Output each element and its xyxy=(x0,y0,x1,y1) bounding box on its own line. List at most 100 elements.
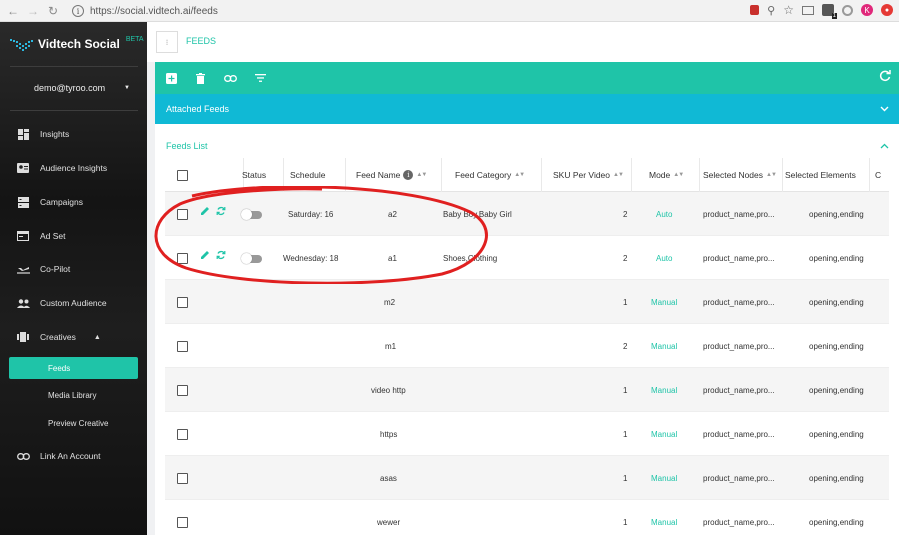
sidebar-item-creatives[interactable]: Creatives ▲ xyxy=(0,324,147,350)
column-separator xyxy=(345,158,346,192)
header-feed-category[interactable]: Feed Category ▲▼ xyxy=(455,170,525,180)
filter-icon xyxy=(254,74,266,82)
toggle-knob xyxy=(241,253,252,264)
back-arrow-icon[interactable]: ← xyxy=(4,2,22,20)
row-checkbox[interactable] xyxy=(177,297,188,308)
link-icon xyxy=(223,74,237,82)
sort-icon[interactable]: ▲▼ xyxy=(514,172,525,178)
attach-feed-button[interactable] xyxy=(223,71,237,85)
edit-pencil-icon[interactable] xyxy=(200,250,210,262)
row-checkbox[interactable] xyxy=(177,429,188,440)
sku-cell: 1 xyxy=(623,517,628,527)
header-label: Feed Category xyxy=(455,170,512,180)
opera-icon[interactable]: ● xyxy=(881,4,893,16)
table-row[interactable]: video http 1 Manual product_name,pro... … xyxy=(165,368,889,412)
sort-icon[interactable]: ▲▼ xyxy=(673,172,684,178)
table-row[interactable]: https 1 Manual product_name,pro... openi… xyxy=(165,412,889,456)
mode-cell[interactable]: Manual xyxy=(651,324,677,368)
filter-feeds-button[interactable] xyxy=(253,71,267,85)
mode-cell[interactable]: Manual xyxy=(651,280,677,324)
extension-circle-icon[interactable] xyxy=(842,4,853,16)
info-icon[interactable]: i xyxy=(403,170,414,180)
status-toggle[interactable] xyxy=(241,209,262,220)
selected-elements-cell: opening,ending xyxy=(809,341,864,351)
campaigns-icon xyxy=(16,196,30,208)
header-status[interactable]: Status xyxy=(242,170,266,180)
select-all-checkbox[interactable] xyxy=(177,170,188,181)
sync-icon[interactable] xyxy=(216,250,226,262)
row-checkbox[interactable] xyxy=(177,253,188,264)
row-checkbox[interactable] xyxy=(177,341,188,352)
delete-feed-button[interactable] xyxy=(193,71,207,85)
row-checkbox[interactable] xyxy=(177,209,188,220)
sync-icon[interactable] xyxy=(216,206,226,218)
header-sku-per-video[interactable]: SKU Per Video ▲▼ xyxy=(553,170,624,180)
sidebar-toggle-button[interactable]: ⁝ xyxy=(156,31,178,53)
table-row[interactable]: Wednesday: 18 a1 Shoes,Clothing 2 Auto p… xyxy=(165,236,889,280)
address-bar[interactable]: i https://social.vidtech.ai/feeds xyxy=(72,3,218,19)
app-logo[interactable]: Vidtech Social BETA xyxy=(10,36,144,51)
mode-cell[interactable]: Manual xyxy=(651,412,677,456)
sidebar-item-insights[interactable]: Insights xyxy=(0,121,147,147)
sidebar-item-label: Insights xyxy=(40,129,70,139)
sidebar-subitem-feeds[interactable]: Feeds xyxy=(9,357,138,379)
header-selected-elements[interactable]: Selected Elements xyxy=(785,170,856,180)
sidebar-item-campaigns[interactable]: Campaigns xyxy=(0,189,147,215)
mode-cell[interactable]: Auto xyxy=(656,192,672,236)
reload-icon[interactable]: ↻ xyxy=(44,2,62,20)
header-feed-name[interactable]: Feed Name i ▲▼ xyxy=(356,170,427,180)
selected-nodes-cell: product_name,pro... xyxy=(703,253,775,263)
mode-cell[interactable]: Manual xyxy=(651,368,677,412)
status-toggle[interactable] xyxy=(241,253,262,264)
site-info-icon[interactable]: i xyxy=(72,5,84,17)
zoom-icon[interactable]: ⚲ xyxy=(767,4,775,17)
header-selected-nodes[interactable]: Selected Nodes ▲▼ xyxy=(703,170,777,180)
attached-feeds-section[interactable]: Attached Feeds xyxy=(155,94,899,124)
extension-badge-icon[interactable]: 1 xyxy=(822,4,837,19)
table-row[interactable]: m1 2 Manual product_name,pro... opening,… xyxy=(165,324,889,368)
column-separator xyxy=(283,158,284,192)
table-row[interactable]: m2 1 Manual product_name,pro... opening,… xyxy=(165,280,889,324)
row-checkbox[interactable] xyxy=(177,473,188,484)
sidebar: Vidtech Social BETA demo@tyroo.com ▼ Ins… xyxy=(0,22,147,535)
sidebar-subitem-media-library[interactable]: Media Library xyxy=(48,391,96,400)
sku-cell: 2 xyxy=(623,341,628,351)
table-row[interactable]: wewer 1 Manual product_name,pro... openi… xyxy=(165,500,889,535)
mode-cell[interactable]: Manual xyxy=(651,500,677,535)
table-row[interactable]: Saturday: 16 a2 Baby Boy,Baby Girl 2 Aut… xyxy=(165,192,889,236)
profile-avatar[interactable]: K xyxy=(861,4,873,16)
sidebar-item-link-account[interactable]: Link An Account xyxy=(0,443,147,469)
sidebar-item-audience-insights[interactable]: Audience Insights xyxy=(0,155,147,181)
header-label: Feed Name xyxy=(356,170,401,180)
refresh-button[interactable] xyxy=(879,70,891,84)
header-c[interactable]: C xyxy=(875,170,881,180)
user-menu[interactable]: demo@tyroo.com ▼ xyxy=(34,83,130,93)
header-schedule[interactable]: Schedule xyxy=(290,170,325,180)
sort-icon[interactable]: ▲▼ xyxy=(416,172,427,178)
header-mode[interactable]: Mode ▲▼ xyxy=(649,170,684,180)
table-row[interactable]: asas 1 Manual product_name,pro... openin… xyxy=(165,456,889,500)
mode-cell[interactable]: Manual xyxy=(651,456,677,500)
row-checkbox[interactable] xyxy=(177,517,188,528)
edit-pencil-icon[interactable] xyxy=(200,206,210,218)
feed-name-cell: https xyxy=(380,429,398,439)
mail-extension-icon[interactable] xyxy=(802,5,814,15)
schedule-cell: Saturday: 16 xyxy=(288,209,334,219)
sidebar-item-label: Link An Account xyxy=(40,451,101,461)
sidebar-subitem-preview-creative[interactable]: Preview Creative xyxy=(48,419,108,428)
sidebar-item-ad-set[interactable]: Ad Set xyxy=(0,223,147,249)
chevron-up-icon[interactable] xyxy=(880,141,889,151)
forward-arrow-icon[interactable]: → xyxy=(24,2,42,20)
sort-icon[interactable]: ▲▼ xyxy=(766,172,777,178)
bookmark-star-icon[interactable]: ☆ xyxy=(783,3,794,17)
sidebar-item-co-pilot[interactable]: Co-Pilot xyxy=(0,256,147,282)
schedule-cell: Wednesday: 18 xyxy=(283,253,339,263)
feeds-list-title: Feeds List xyxy=(166,141,208,151)
mode-cell[interactable]: Auto xyxy=(656,236,672,280)
sidebar-item-custom-audience[interactable]: Custom Audience xyxy=(0,290,147,316)
extension-icon[interactable] xyxy=(750,5,760,15)
sku-cell: 1 xyxy=(623,297,628,307)
row-checkbox[interactable] xyxy=(177,385,188,396)
sort-icon[interactable]: ▲▼ xyxy=(613,172,624,178)
add-feed-button[interactable] xyxy=(164,71,178,85)
